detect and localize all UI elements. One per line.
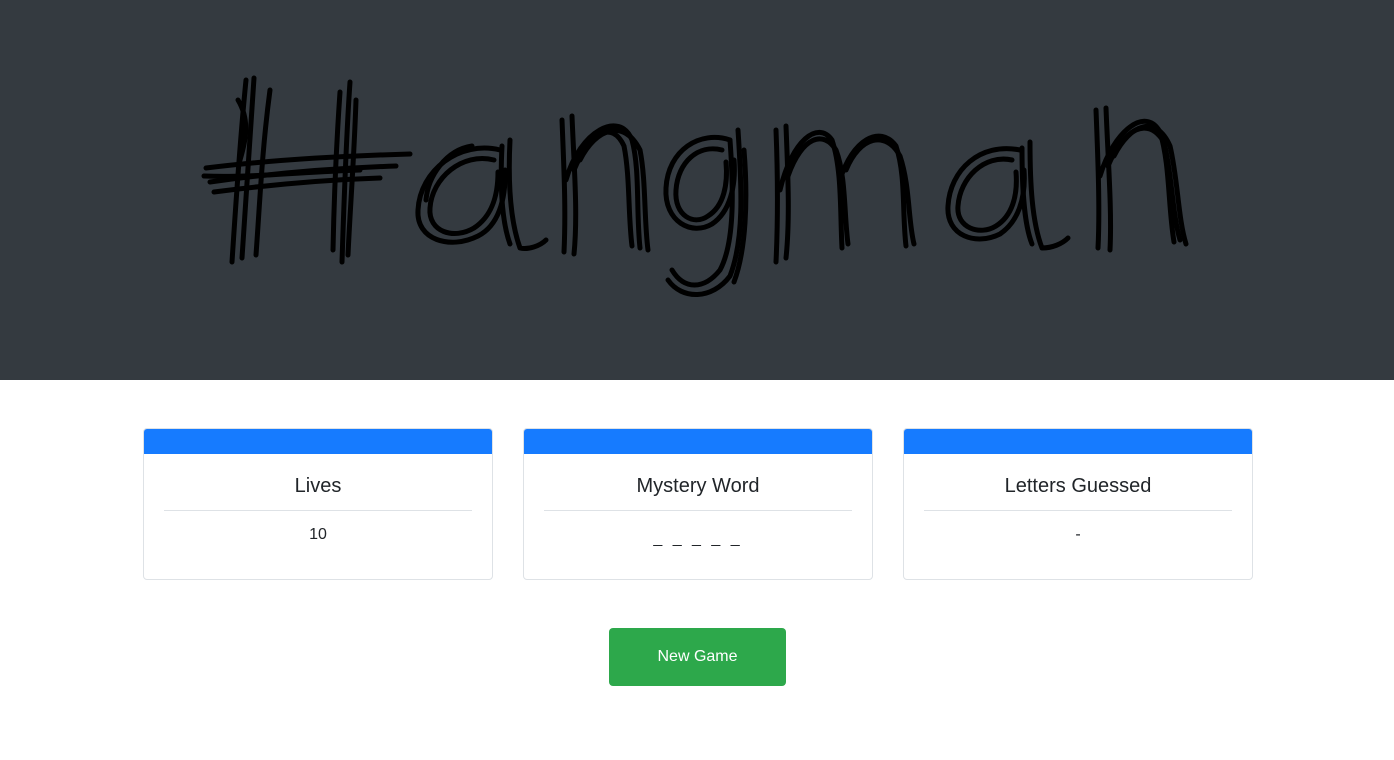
letters-guessed-title: Letters Guessed xyxy=(924,474,1232,511)
hangman-logo xyxy=(201,75,1189,297)
header-banner xyxy=(0,0,1394,380)
mystery-word-card: Mystery Word _ _ _ _ _ xyxy=(523,428,873,580)
stats-cards: Lives 10 Mystery Word _ _ _ _ _ Letters … xyxy=(143,428,1253,580)
lives-value: 10 xyxy=(309,526,327,543)
card-header-bar xyxy=(904,429,1252,454)
new-game-button[interactable]: New Game xyxy=(609,628,786,686)
card-header-bar xyxy=(524,429,872,454)
letters-guessed-card: Letters Guessed - xyxy=(903,428,1253,580)
card-header-bar xyxy=(144,429,492,454)
lives-title: Lives xyxy=(164,474,472,511)
lives-card: Lives 10 xyxy=(143,428,493,580)
mystery-word-title: Mystery Word xyxy=(544,474,852,511)
mystery-word-value: _ _ _ _ _ xyxy=(653,530,743,547)
letters-guessed-value: - xyxy=(1075,526,1081,543)
